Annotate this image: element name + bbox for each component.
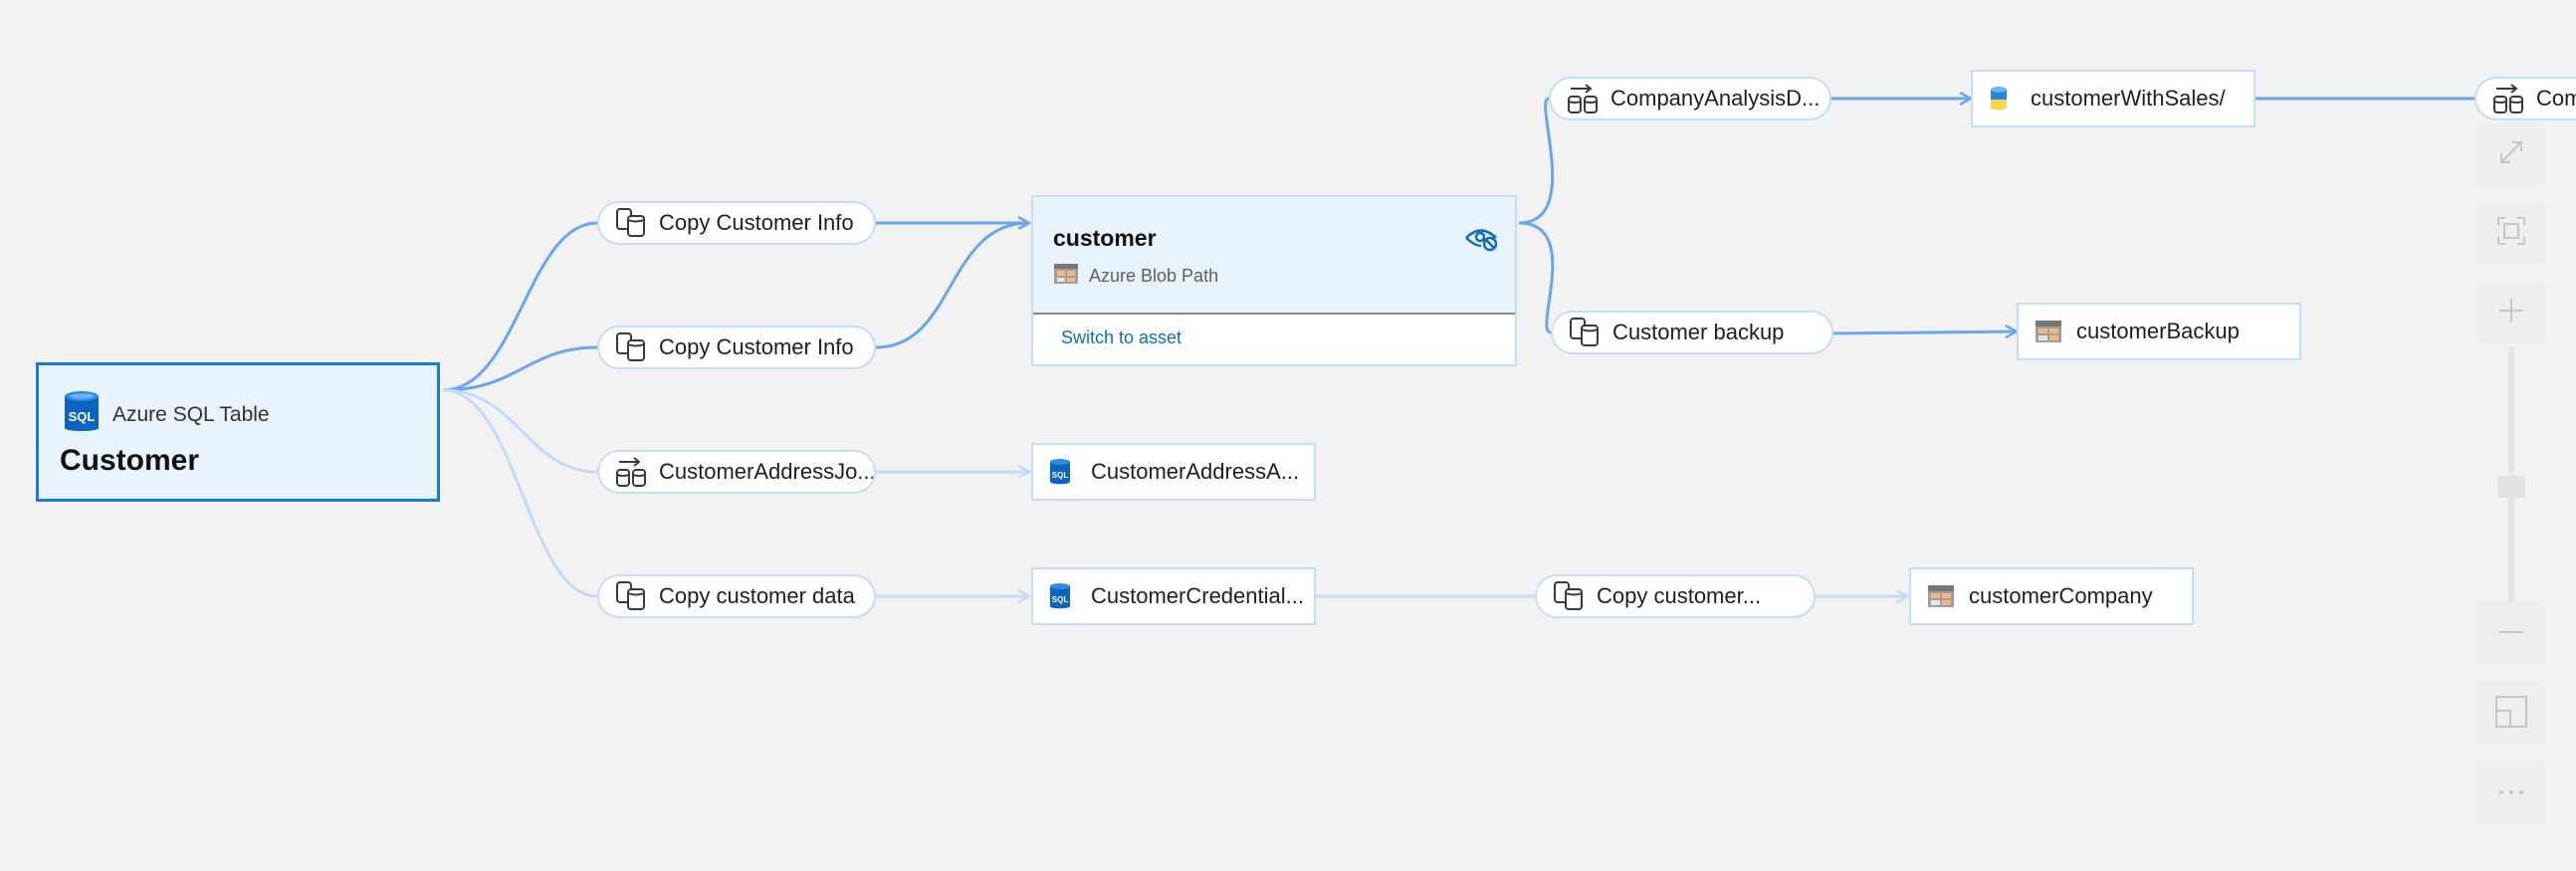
- asset-customer-with-sales[interactable]: customerWithSales/: [1971, 70, 2255, 127]
- sql-database-icon: SQL: [63, 389, 101, 440]
- process-customer-backup[interactable]: Customer backup: [1551, 311, 1833, 354]
- focused-asset-name: customer: [1053, 225, 1157, 251]
- svg-text:SQL: SQL: [1052, 471, 1069, 480]
- blob-storage-icon: [1927, 582, 1955, 610]
- minimap-button[interactable]: [2476, 683, 2546, 745]
- copy-process-icon: [1569, 317, 1605, 348]
- process-copy-customer-info-2[interactable]: Copy Customer Info: [597, 326, 876, 369]
- process-label: Copy customer data: [659, 583, 855, 608]
- svg-text:SQL: SQL: [1052, 595, 1069, 604]
- zoom-slider-thumb[interactable]: [2497, 476, 2525, 498]
- fit-to-screen-button[interactable]: [2476, 202, 2546, 264]
- edge-root-to-address: [442, 388, 598, 474]
- zoom-in-icon: [2496, 296, 2526, 330]
- root-type-row: SQL Azure SQL Table: [63, 389, 270, 440]
- zoom-out-button[interactable]: [2476, 603, 2546, 665]
- dataflow-process-icon: [2492, 83, 2528, 114]
- process-label: Copy Customer Info: [659, 210, 854, 235]
- copy-process-icon: [615, 331, 651, 363]
- focused-asset-type: Azure Blob Path: [1089, 266, 1219, 286]
- process-label: Copy customer...: [1597, 583, 1762, 608]
- process-copy-customer-data[interactable]: Copy customer data: [597, 574, 876, 618]
- asset-customer-company[interactable]: customerCompany: [1909, 567, 2194, 625]
- process-label: Customer backup: [1612, 320, 1785, 344]
- focused-asset-type-row: Azure Blob Path: [1053, 263, 1218, 290]
- switch-to-asset-link[interactable]: Switch to asset: [1061, 327, 1181, 348]
- copy-process-icon: [1553, 580, 1589, 612]
- more-options-button[interactable]: [2476, 762, 2546, 824]
- lineage-canvas[interactable]: SQL Azure SQL Table Customer Copy Custom…: [0, 0, 2576, 871]
- copy-process-icon: [615, 580, 651, 612]
- dataflow-process-icon: [1567, 83, 1603, 114]
- dataflow-process-icon: [615, 456, 651, 488]
- focused-asset-card[interactable]: customer Azure Blob Path Switch to asset: [1031, 195, 1517, 366]
- root-asset-node[interactable]: SQL Azure SQL Table Customer: [36, 362, 440, 502]
- process-label: CustomerAddressJo...: [659, 459, 876, 484]
- process-label: Copy Customer Info: [659, 334, 854, 359]
- edge-focus-to-backup: [1518, 221, 1555, 334]
- copy-process-icon: [615, 207, 651, 239]
- fit-to-screen-icon: [2495, 215, 2527, 252]
- asset-customer-credential[interactable]: SQL CustomerCredential...: [1031, 567, 1316, 625]
- process-label: Com: [2536, 86, 2576, 110]
- edge-root-to-copy1: [442, 221, 598, 392]
- more-options-icon: [2496, 784, 2526, 802]
- process-company-truncated[interactable]: Com: [2474, 77, 2576, 120]
- edge-copy2-to-focus: [875, 221, 1030, 349]
- asset-label: CustomerAddressA...: [1091, 459, 1300, 484]
- asset-label: CustomerCredential...: [1091, 583, 1304, 608]
- blob-storage-icon: [1053, 263, 1079, 290]
- asset-customer-backup[interactable]: customerBackup: [2017, 303, 2301, 360]
- process-copy-customer[interactable]: Copy customer...: [1535, 574, 1816, 618]
- edge-root-to-copydata: [442, 388, 598, 598]
- asset-label: customerCompany: [1969, 583, 2153, 608]
- sql-database-icon: SQL: [1049, 582, 1077, 610]
- svg-text:SQL: SQL: [69, 409, 96, 424]
- edge-backup-to-asset: [1832, 331, 2017, 333]
- process-label: CompanyAnalysisD...: [1610, 86, 1821, 110]
- zoom-in-button[interactable]: [2476, 282, 2546, 343]
- zoom-out-icon: [2496, 617, 2526, 652]
- minimap-icon: [2494, 695, 2528, 734]
- sql-database-icon: SQL: [1049, 458, 1077, 486]
- expand-icon: [2496, 137, 2526, 172]
- process-customer-address-join[interactable]: CustomerAddressJo...: [597, 450, 876, 494]
- edge-focus-to-companyanalysis: [1518, 97, 1555, 225]
- expand-button[interactable]: [2476, 123, 2546, 185]
- asset-customer-address[interactable]: SQL CustomerAddressA...: [1031, 443, 1316, 501]
- process-copy-customer-info-1[interactable]: Copy Customer Info: [597, 201, 876, 245]
- process-company-analysis[interactable]: CompanyAnalysisD...: [1549, 77, 1831, 120]
- hide-eye-icon[interactable]: [1463, 223, 1499, 253]
- data-lake-icon: [1989, 85, 2017, 112]
- asset-label: customerWithSales/: [2031, 86, 2226, 110]
- edge-root-to-copy2: [442, 345, 598, 392]
- root-asset-title: Customer: [60, 444, 200, 477]
- root-type-label: Azure SQL Table: [112, 402, 270, 426]
- blob-storage-icon: [2035, 318, 2062, 345]
- asset-label: customerBackup: [2076, 319, 2240, 343]
- focused-asset-header: customer Azure Blob Path: [1033, 197, 1515, 315]
